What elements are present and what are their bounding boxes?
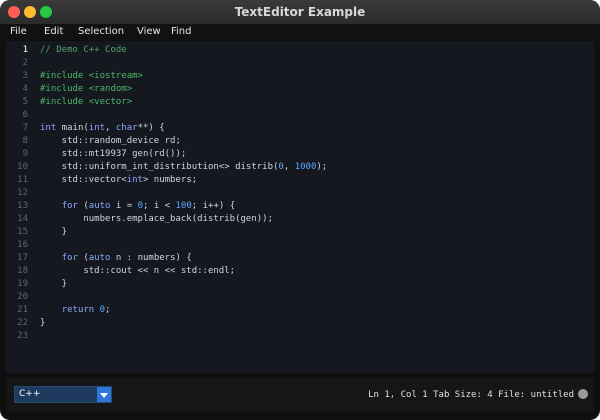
line-number: 12 bbox=[17, 188, 28, 198]
title-bar: TextEditor Example bbox=[0, 0, 600, 24]
line-number: 15 bbox=[17, 227, 28, 237]
line-number: 21 bbox=[17, 305, 28, 315]
chevron-down-icon[interactable] bbox=[97, 387, 111, 402]
line-text: std::mt19937 gen(rd()); bbox=[40, 149, 187, 159]
line-text: } bbox=[40, 318, 46, 328]
line-number: 6 bbox=[22, 110, 28, 120]
line-text: std::random_device rd; bbox=[40, 136, 181, 146]
line-text: #include <iostream> bbox=[40, 71, 143, 81]
status-text: Ln 1, Col 1 Tab Size: 4 File: untitled bbox=[368, 390, 574, 400]
status-dot-icon bbox=[578, 389, 588, 399]
line-number: 13 bbox=[17, 201, 28, 211]
menu-edit[interactable]: Edit bbox=[44, 24, 63, 40]
line-number: 4 bbox=[22, 84, 28, 94]
line-text: } bbox=[40, 227, 68, 237]
line-number: 9 bbox=[22, 149, 28, 159]
line-text: for (auto n : numbers) { bbox=[61, 253, 192, 263]
line-number: 16 bbox=[17, 240, 28, 250]
line-text: return 0; bbox=[61, 305, 111, 315]
language-select[interactable]: C++ bbox=[14, 386, 112, 403]
line-text: std::uniform_int_distribution<> distrib(… bbox=[40, 162, 328, 172]
menu-view[interactable]: View bbox=[137, 24, 161, 40]
line-text: for (auto i = 0; i < 100; i++) { bbox=[61, 201, 236, 211]
line-text: #include <vector> bbox=[40, 97, 133, 107]
line-number: 8 bbox=[22, 136, 28, 146]
line-text: std::vector<int> numbers; bbox=[40, 175, 198, 185]
line-number: 14 bbox=[17, 214, 28, 224]
line-text: #include <random> bbox=[40, 84, 133, 94]
menu-find[interactable]: Find bbox=[171, 24, 192, 40]
line-number: 7 bbox=[22, 123, 28, 133]
line-text: int main(int, char**) { bbox=[40, 123, 165, 133]
line-number: 19 bbox=[17, 279, 28, 289]
window-title: TextEditor Example bbox=[234, 5, 366, 19]
code-editor[interactable]: 1// Demo C++ Code 2 3 #include <iostream> 4 #… bbox=[6, 41, 594, 373]
line-number: 2 bbox=[22, 58, 28, 68]
line-number: 20 bbox=[17, 292, 28, 302]
line-number: 11 bbox=[17, 175, 28, 185]
line-text: numbers.emplace_back(distrib(gen)); bbox=[40, 214, 273, 224]
menu-bar: File Edit Selection View Find bbox=[0, 24, 600, 40]
line-number: 22 bbox=[17, 318, 28, 328]
line-text: // Demo C++ Code bbox=[40, 45, 127, 55]
language-select-value: C++ bbox=[19, 389, 41, 399]
status-bar: C++ Ln 1, Col 1 Tab Size: 4 File: untitl… bbox=[6, 378, 594, 412]
line-text: } bbox=[40, 279, 68, 289]
line-number: 17 bbox=[17, 253, 28, 263]
menu-selection[interactable]: Selection bbox=[78, 24, 124, 40]
menu-file[interactable]: File bbox=[10, 24, 27, 40]
line-number: 18 bbox=[17, 266, 28, 276]
line-number: 1 bbox=[22, 45, 28, 55]
line-text: std::cout << n << std::endl; bbox=[40, 266, 236, 276]
line-number: 3 bbox=[22, 71, 28, 81]
line-number: 10 bbox=[17, 162, 28, 172]
editor-window: TextEditor Example File Edit Selection V… bbox=[0, 0, 600, 420]
line-number: 5 bbox=[22, 97, 28, 107]
line-number: 23 bbox=[17, 331, 28, 341]
